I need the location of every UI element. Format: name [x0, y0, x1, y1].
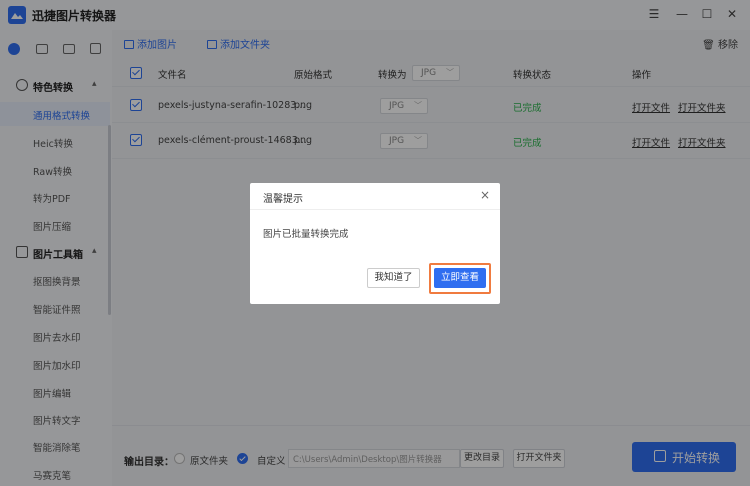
dialog-message: 图片已批量转换完成	[263, 229, 349, 240]
dialog-header: 温馨提示 ×	[250, 183, 500, 210]
dialog-title: 温馨提示	[263, 194, 303, 205]
notice-dialog: 温馨提示 × 图片已批量转换完成 我知道了 立即查看	[250, 183, 500, 304]
view-now-button[interactable]: 立即查看	[434, 268, 486, 288]
close-icon[interactable]: ×	[480, 188, 490, 202]
got-it-button[interactable]: 我知道了	[367, 268, 420, 288]
